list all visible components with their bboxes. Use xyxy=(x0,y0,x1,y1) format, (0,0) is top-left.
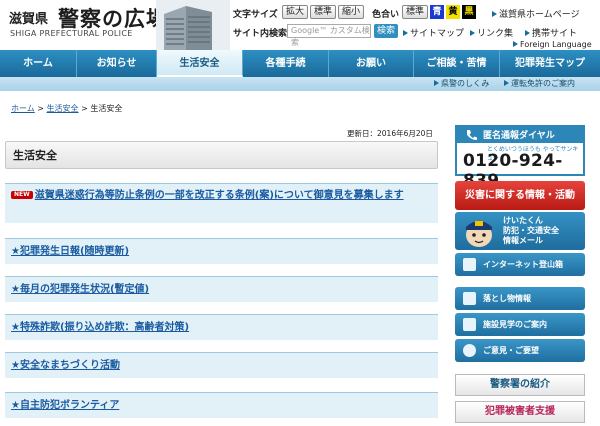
subnav-license-link[interactable]: 運転免許のご案内 xyxy=(504,77,575,91)
subnav-license-label: 運転免許のご案内 xyxy=(511,79,575,88)
speech-bubble-icon xyxy=(463,344,476,357)
nav-item-home[interactable]: ホーム xyxy=(0,50,77,77)
internet-box-label: インターネット登山箱 xyxy=(483,260,563,269)
updated-date: 更新日：2016年6月20日 xyxy=(347,129,433,138)
anonymous-report-title: 匿名通報ダイヤル xyxy=(483,131,555,141)
font-small-button[interactable]: 縮小 xyxy=(338,5,364,19)
new-badge-icon: NEW xyxy=(11,191,33,199)
arrow-right-icon xyxy=(525,30,530,36)
color-yellow-button[interactable]: 黄 xyxy=(446,5,460,19)
list-item[interactable]: ★特殊詐欺(振り込め詐欺：高齢者対策) xyxy=(5,314,438,340)
internet-box-button[interactable]: インターネット登山箱 xyxy=(455,253,585,276)
pref-home-link-label: 滋賀県ホームページ xyxy=(499,10,580,20)
sub-nav: 県警のしくみ 運転免許のご案内 xyxy=(0,77,600,91)
opinion-button[interactable]: ご意見・ご要望 xyxy=(455,339,585,362)
foreign-language-link-label: Foreign Language xyxy=(520,40,592,49)
arrow-right-icon xyxy=(504,80,509,86)
subnav-organization-label: 県警のしくみ xyxy=(441,79,490,88)
page-title: 生活安全 xyxy=(5,141,438,169)
info-mail-line2: 防犯・交通安全 xyxy=(503,226,559,235)
building-icon xyxy=(463,318,476,331)
breadcrumb-home-link[interactable]: ホーム xyxy=(11,104,35,113)
foreign-language-link[interactable]: Foreign Language xyxy=(513,40,592,49)
site-search-label: サイト内検索 xyxy=(233,29,288,39)
list-item[interactable]: NEW 滋賀県迷惑行為等防止条例の一部を改正する条例(案)について御意見を募集しま… xyxy=(5,183,438,223)
list-item-label: 滋賀県迷惑行為等防止条例の一部を改正する条例(案)について御意見を募集します xyxy=(34,190,404,201)
search-button[interactable]: 検索 xyxy=(374,24,398,38)
disaster-info-button[interactable]: 災害に関する情報・活動 xyxy=(455,181,585,210)
mobile-site-link[interactable]: 携帯サイト xyxy=(525,26,577,39)
list-item[interactable]: ★安全なまちづくり活動 xyxy=(5,352,438,378)
list-item[interactable]: ★毎月の犯罪発生状況(暫定値) xyxy=(5,276,438,302)
mobile-site-link-label: 携帯サイト xyxy=(532,29,578,39)
links-link[interactable]: リンク集 xyxy=(470,26,513,39)
font-large-button[interactable]: 拡大 xyxy=(282,5,308,19)
nav-item-consultation[interactable]: ご相談・苦情 xyxy=(414,50,500,77)
sitemap-link-label: サイトマップ xyxy=(410,29,465,39)
opinion-label: ご意見・ご要望 xyxy=(483,346,539,355)
facility-tour-button[interactable]: 施設見学のご案内 xyxy=(455,313,585,336)
color-blue-button[interactable]: 青 xyxy=(430,5,444,19)
site-header: 滋賀県 警察の広場 SHIGA PREFECTURAL POLICE 文字サイズ… xyxy=(0,0,600,50)
arrow-right-icon xyxy=(492,11,497,17)
site-search-input[interactable]: Google™ カスタム検索 xyxy=(287,24,371,47)
anonymous-report-banner[interactable]: 匿名通報ダイヤル とくめいつうほうも やってサンキュー 0120-924-839 xyxy=(455,125,585,191)
pref-home-link[interactable]: 滋賀県ホームページ xyxy=(492,7,580,20)
lost-items-button[interactable]: 落とし物情報 xyxy=(455,287,585,310)
main-nav: ホーム お知らせ 生活安全 各種手続 お願い ご相談・苦情 犯罪発生マップ xyxy=(0,50,600,77)
arrow-right-icon xyxy=(513,41,518,47)
color-black-button[interactable]: 黒 xyxy=(462,5,476,19)
font-size-label: 文字サイズ xyxy=(233,10,278,20)
info-mail-line3: 情報メール xyxy=(503,236,543,245)
subnav-organization-link[interactable]: 県警のしくみ xyxy=(434,77,489,91)
sitemap-link[interactable]: サイトマップ xyxy=(403,26,464,39)
facility-tour-label: 施設見学のご案内 xyxy=(483,320,547,329)
police-building-image xyxy=(156,0,230,50)
color-label: 色合い xyxy=(372,10,400,20)
arrow-right-icon xyxy=(403,30,408,36)
font-standard-button[interactable]: 標準 xyxy=(310,5,336,19)
color-standard-button[interactable]: 標準 xyxy=(402,5,428,19)
arrow-right-icon xyxy=(434,80,439,86)
arrow-right-icon xyxy=(470,30,475,36)
bag-icon xyxy=(463,292,476,305)
links-link-label: リンク集 xyxy=(477,29,514,39)
breadcrumb-current: 生活安全 xyxy=(90,104,123,113)
nav-item-procedures[interactable]: 各種手続 xyxy=(243,50,329,77)
crime-victims-button[interactable]: 犯罪被害者支援 xyxy=(455,401,585,423)
nav-item-life-safety[interactable]: 生活安全 xyxy=(157,50,243,77)
breadcrumb-parent-link[interactable]: 生活安全 xyxy=(47,104,79,113)
list-item[interactable]: ★犯罪発生日報(随時更新) xyxy=(5,238,438,264)
breadcrumb-separator: > xyxy=(78,104,91,113)
page: { "header": { "pref": "滋賀県", "title": "警… xyxy=(0,0,600,426)
police-mascot-icon xyxy=(466,221,492,247)
breadcrumb-separator: > xyxy=(34,104,47,113)
nav-item-crime-map[interactable]: 犯罪発生マップ xyxy=(500,50,600,77)
info-mail-line1: けいたくん xyxy=(503,216,543,225)
site-logo-subtitle: SHIGA PREFECTURAL POLICE xyxy=(10,29,133,38)
police-stations-button[interactable]: 警察署の紹介 xyxy=(455,374,585,396)
nav-item-requests[interactable]: お願い xyxy=(329,50,414,77)
breadcrumb: ホーム > 生活安全 > 生活安全 xyxy=(11,103,122,114)
lost-items-label: 落とし物情報 xyxy=(483,294,531,303)
logo-prefecture[interactable]: 滋賀県 xyxy=(9,8,48,27)
phone-icon xyxy=(467,130,477,140)
nav-item-news[interactable]: お知らせ xyxy=(77,50,157,77)
mailbox-icon xyxy=(463,258,476,271)
list-item[interactable]: ★自主防犯ボランティア xyxy=(5,392,438,418)
anonymous-report-header: 匿名通報ダイヤル xyxy=(457,127,583,143)
info-mail-banner[interactable]: けいたくん 防犯・交通安全 情報メール xyxy=(455,212,585,250)
